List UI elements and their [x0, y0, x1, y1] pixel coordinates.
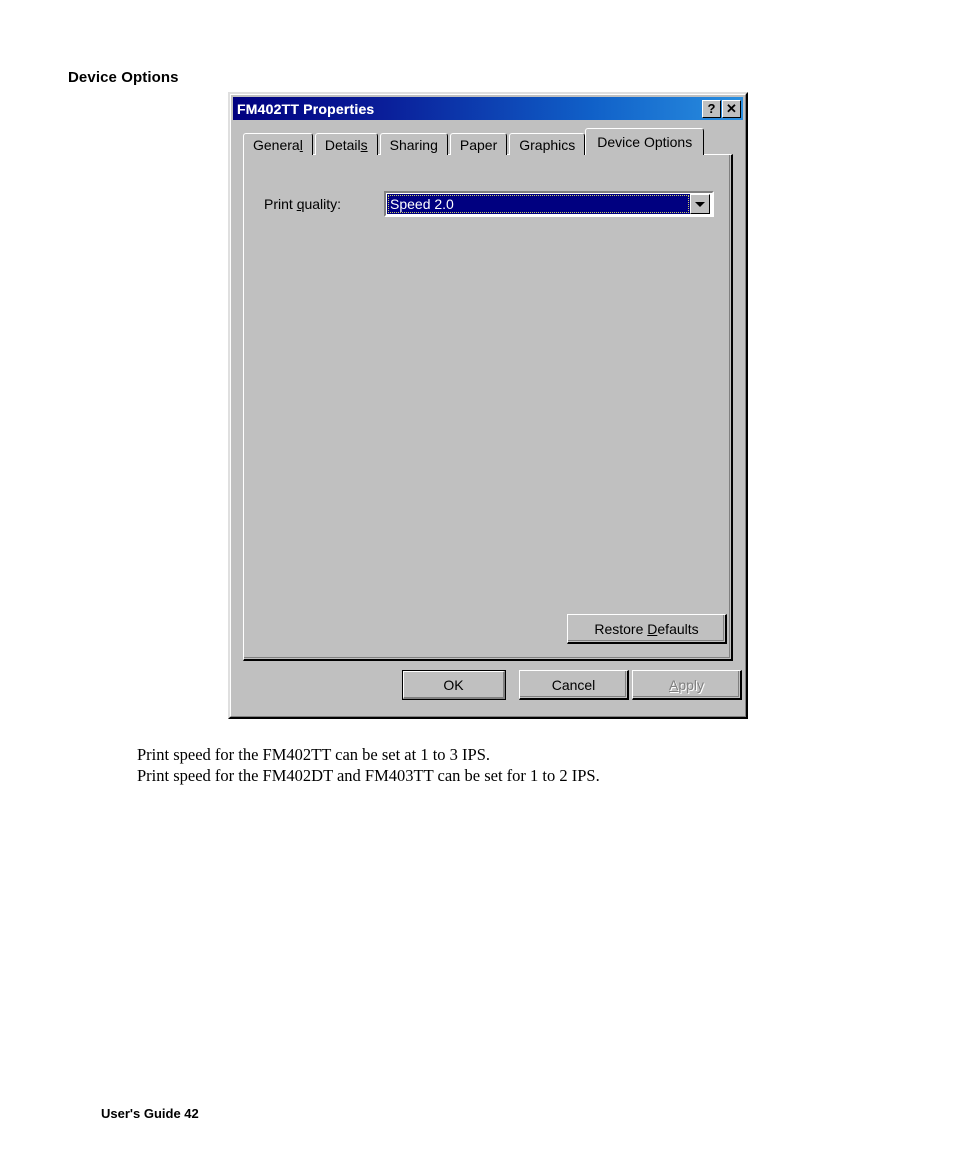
ok-button-label: OK	[443, 676, 464, 693]
properties-dialog: FM402TT Properties ? ✕ General Details S…	[228, 92, 748, 719]
dialog-inner-frame: FM402TT Properties ? ✕ General Details S…	[230, 94, 746, 717]
print-quality-row: Print quality: Speed 2.0	[264, 191, 714, 217]
tab-details[interactable]: Details	[314, 133, 378, 155]
page-title: Device Options	[68, 69, 179, 86]
titlebar-button-group: ? ✕	[702, 99, 741, 118]
cancel-button[interactable]: Cancel	[519, 670, 629, 700]
print-quality-label: Print quality:	[264, 196, 342, 212]
print-quality-combobox[interactable]: Speed 2.0	[384, 191, 714, 217]
page-footer: User's Guide 42	[101, 1106, 199, 1121]
tab-strip: General Details Sharing Paper Graphics D…	[243, 128, 743, 155]
tab-general[interactable]: General	[243, 133, 313, 155]
tab-details-label: Details	[324, 136, 368, 153]
chevron-down-icon[interactable]	[690, 194, 710, 214]
tab-general-label: General	[253, 136, 303, 153]
tab-sharing-label: Sharing	[389, 136, 438, 153]
body-line-2: Print speed for the FM402DT and FM403TT …	[137, 766, 600, 785]
tab-sharing[interactable]: Sharing	[379, 133, 448, 155]
dialog-titlebar[interactable]: FM402TT Properties ? ✕	[233, 97, 743, 120]
ok-button-face: OK	[403, 671, 505, 699]
tab-panel-device-options: Print quality: Speed 2.0 Restore Default…	[243, 154, 733, 661]
question-mark-icon: ?	[707, 101, 716, 116]
restore-defaults-button[interactable]: Restore Defaults	[567, 614, 727, 644]
tab-paper-label: Paper	[459, 136, 498, 153]
print-quality-value[interactable]: Speed 2.0	[387, 194, 690, 214]
tab-device-options[interactable]: Device Options	[585, 128, 705, 155]
help-button[interactable]: ?	[702, 99, 721, 118]
close-button[interactable]: ✕	[722, 99, 741, 118]
tab-device-options-label: Device Options	[597, 134, 693, 150]
apply-button: Apply	[632, 670, 742, 700]
restore-defaults-label: Restore Defaults	[594, 620, 699, 637]
close-icon: ✕	[726, 101, 737, 116]
chevron-down-glyph	[695, 201, 705, 207]
tab-paper[interactable]: Paper	[449, 133, 508, 155]
ok-button[interactable]: OK	[402, 670, 506, 700]
body-line-1: Print speed for the FM402TT can be set a…	[137, 745, 491, 764]
dialog-title: FM402TT Properties	[237, 100, 375, 117]
tab-graphics-label: Graphics	[519, 136, 576, 153]
dialog-footer: OK Cancel Apply	[231, 660, 745, 714]
body-text: Print speed for the FM402TT can be set a…	[137, 744, 600, 786]
apply-button-label: Apply	[668, 676, 705, 693]
cancel-button-label: Cancel	[551, 676, 596, 693]
tab-graphics[interactable]: Graphics	[509, 133, 586, 155]
